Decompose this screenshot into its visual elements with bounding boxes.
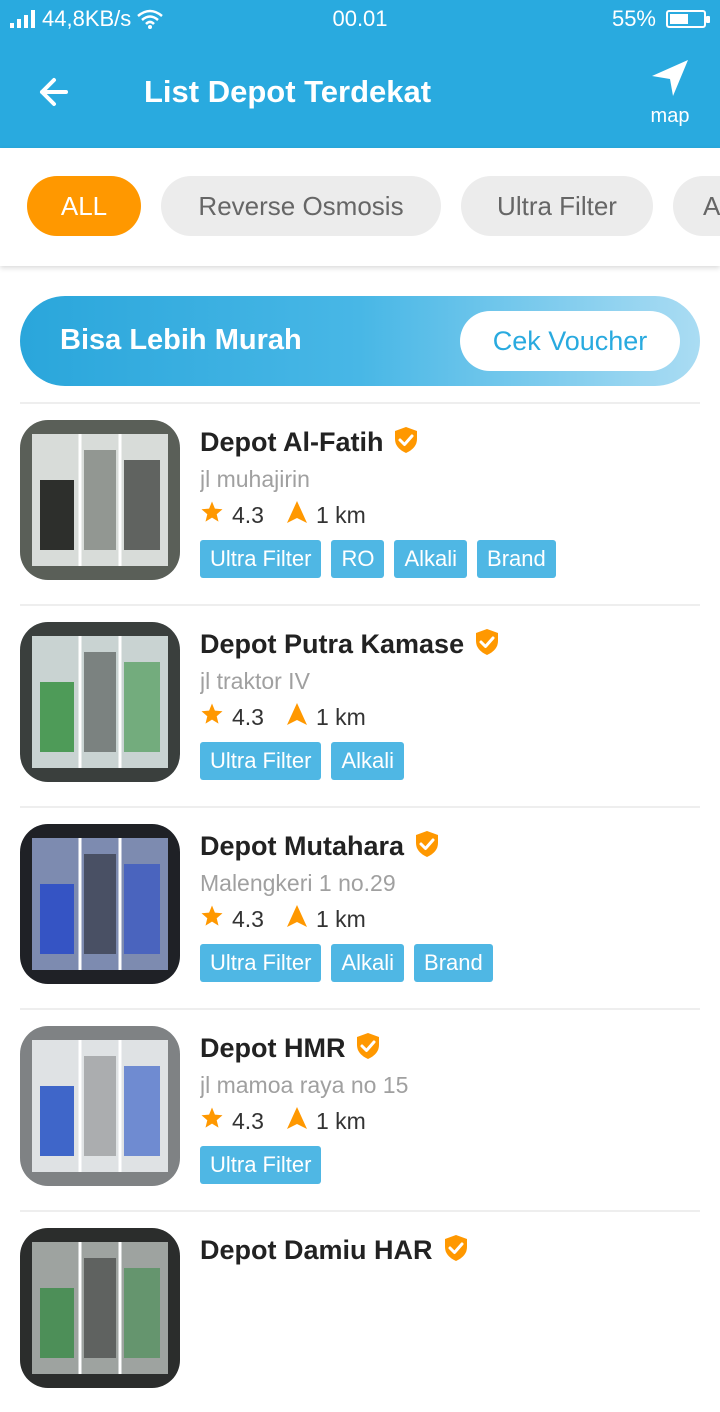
depot-rating: 4.3 xyxy=(232,905,264,932)
depot-tags: Ultra Filter xyxy=(200,1146,700,1184)
depot-tag: Ultra Filter xyxy=(200,944,322,982)
voucher-banner: Bisa Lebih Murah Cek Voucher xyxy=(20,296,700,386)
depot-list-item[interactable]: Depot Putra Kamase jl traktor IV 4.3 1 km Ul… xyxy=(20,604,700,806)
battery-icon xyxy=(666,10,710,28)
depot-tag: Ultra Filter xyxy=(200,540,322,578)
depot-meta: 4.3 1 km xyxy=(200,500,700,530)
depot-info: Depot Mutahara Malengkeri 1 no.29 4.3 1 km U… xyxy=(200,828,700,982)
depot-address: jl mamoa raya no 15 xyxy=(200,1072,409,1098)
battery-level xyxy=(670,14,688,24)
voucher-text: Bisa Lebih Murah xyxy=(60,324,302,356)
depot-name: Depot Putra Kamase xyxy=(200,628,465,659)
back-button[interactable] xyxy=(30,72,82,112)
filter-bar: ALL Reverse Osmosis Ultra Filter A xyxy=(0,148,720,266)
depot-name-row: Depot Mutahara xyxy=(200,828,700,864)
depot-rating: 4.3 xyxy=(232,1107,264,1134)
depot-meta: 4.3 1 km xyxy=(200,904,700,934)
map-button[interactable]: map xyxy=(640,58,700,130)
verified-badge-icon xyxy=(393,426,419,459)
star-icon xyxy=(200,904,224,934)
distance-arrow-icon xyxy=(286,1106,308,1136)
depot-info: Depot Putra Kamase jl traktor IV 4.3 1 km Ul… xyxy=(200,626,700,780)
depot-name: Depot Damiu HAR xyxy=(200,1234,433,1265)
depot-tag: Alkali xyxy=(331,742,405,780)
navigation-arrow-icon xyxy=(652,60,688,96)
depot-photo xyxy=(20,824,180,984)
star-icon xyxy=(200,500,224,530)
status-bar: 44,8KB/s 00.01 55% xyxy=(0,0,720,36)
depot-list-item[interactable]: Depot Damiu HAR xyxy=(20,1210,700,1412)
depot-address: jl muhajirin xyxy=(200,466,310,492)
verified-badge-icon xyxy=(443,1234,469,1267)
distance-arrow-icon xyxy=(286,702,308,732)
depot-name-row: Depot Damiu HAR xyxy=(200,1232,700,1268)
depot-photo xyxy=(20,420,180,580)
depot-name-row: Depot Putra Kamase xyxy=(200,626,700,662)
filter-chip-alkali[interactable]: A xyxy=(673,176,720,236)
verified-badge-icon xyxy=(414,830,440,863)
depot-name: Depot Al-Fatih xyxy=(200,426,384,457)
filter-chip-ultra-filter[interactable]: Ultra Filter xyxy=(461,176,653,236)
arrow-left-icon xyxy=(40,78,68,106)
depot-info: Depot Damiu HAR xyxy=(200,1232,700,1268)
depot-name: Depot Mutahara xyxy=(200,830,405,861)
verified-badge-icon xyxy=(474,628,500,661)
depot-tags: Ultra Filter Alkali xyxy=(200,742,700,780)
page-title: List Depot Terdekat xyxy=(144,74,432,109)
depot-photo xyxy=(20,1228,180,1388)
depot-info: Depot Al-Fatih jl muhajirin 4.3 1 km Ultra F… xyxy=(200,424,700,578)
depot-name-row: Depot Al-Fatih xyxy=(200,424,700,460)
map-label: map xyxy=(650,105,690,127)
depot-meta: 4.3 1 km xyxy=(200,702,700,732)
check-voucher-button[interactable]: Cek Voucher xyxy=(460,311,680,371)
filter-chip-all[interactable]: ALL xyxy=(27,176,141,236)
depot-tag: Brand xyxy=(477,540,556,578)
depot-tag: Ultra Filter xyxy=(200,1146,322,1184)
depot-list-item[interactable]: Depot Mutahara Malengkeri 1 no.29 4.3 1 km U… xyxy=(20,806,700,1008)
depot-tag: Alkali xyxy=(394,540,468,578)
depot-info: Depot HMR jl mamoa raya no 15 4.3 1 km Ultra… xyxy=(200,1030,700,1184)
depot-tags: Ultra Filter RO Alkali Brand xyxy=(200,540,700,578)
depot-address: jl traktor IV xyxy=(200,668,310,694)
status-right: 55% xyxy=(611,6,710,32)
depot-name: Depot HMR xyxy=(200,1032,346,1063)
depot-rating: 4.3 xyxy=(232,703,264,730)
distance-arrow-icon xyxy=(286,500,308,530)
depot-list-item[interactable]: Depot HMR jl mamoa raya no 15 4.3 1 km Ultra… xyxy=(20,1008,700,1210)
depot-tag: Ultra Filter xyxy=(200,742,322,780)
depot-distance: 1 km xyxy=(315,1107,366,1134)
filter-chip-reverse-osmosis[interactable]: Reverse Osmosis xyxy=(161,176,441,236)
depot-meta: 4.3 1 km xyxy=(200,1106,700,1136)
depot-tag: Brand xyxy=(414,944,493,982)
battery-percent: 55% xyxy=(611,6,656,31)
depot-tag: RO xyxy=(331,540,385,578)
depot-name-row: Depot HMR xyxy=(200,1030,700,1066)
depot-address: Malengkeri 1 no.29 xyxy=(200,870,396,896)
depot-rating: 4.3 xyxy=(232,501,264,528)
depot-distance: 1 km xyxy=(315,905,366,932)
depot-tag: Alkali xyxy=(331,944,405,982)
depot-list-item[interactable]: Depot Al-Fatih jl muhajirin 4.3 1 km Ultra F… xyxy=(20,402,700,604)
verified-badge-icon xyxy=(355,1032,381,1065)
depot-photo xyxy=(20,1026,180,1186)
distance-arrow-icon xyxy=(286,904,308,934)
depot-tags: Ultra Filter Alkali Brand xyxy=(200,944,700,982)
app-bar: List Depot Terdekat map xyxy=(0,36,720,148)
depot-photo xyxy=(20,622,180,782)
depot-distance: 1 km xyxy=(315,501,366,528)
depot-distance: 1 km xyxy=(315,703,366,730)
star-icon xyxy=(200,1106,224,1136)
star-icon xyxy=(200,702,224,732)
